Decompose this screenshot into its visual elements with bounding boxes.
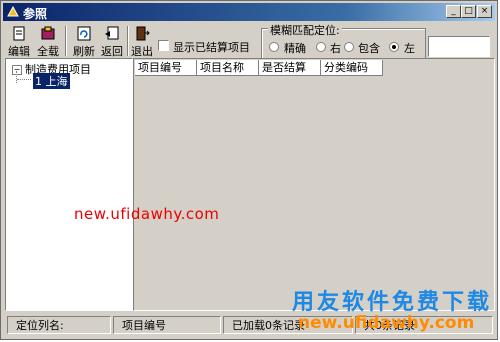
minimize-button[interactable]: _ <box>446 5 461 18</box>
edit-label: 编辑 <box>8 45 30 58</box>
locate-column-label: 定位列名: <box>7 316 111 334</box>
toolbar: 编辑 全载 刷新 返回 退出 显示已结算项目 模糊匹配定位: 精确 右 包含 左 <box>3 22 495 60</box>
watermark-url-red: new.ufidawhy.com <box>74 205 220 223</box>
exit-button[interactable]: 退出 <box>129 26 155 59</box>
list-header: 项目编号 项目名称 是否结算 分类编码 <box>135 60 383 76</box>
refresh-button[interactable]: 刷新 <box>71 26 97 59</box>
window-title: 参照 <box>23 7 48 21</box>
watermark-brand: 用友软件免费下载 <box>292 290 493 315</box>
radio-contains-label: 包含 <box>358 42 380 55</box>
column-header-name[interactable]: 项目名称 <box>197 60 259 76</box>
fuzzy-match-group: 模糊匹配定位: 精确 右 包含 左 <box>261 22 426 60</box>
column-header-category-code[interactable]: 分类编码 <box>321 60 383 76</box>
watermark-url-orange: new.ufidawhy.com <box>298 313 475 333</box>
refresh-icon <box>77 26 91 41</box>
show-settled-label: 显示已结算项目 <box>173 41 250 54</box>
exit-label: 退出 <box>131 45 153 58</box>
column-header-code[interactable]: 项目编号 <box>135 60 197 76</box>
radio-exact-label: 精确 <box>284 42 306 55</box>
tree-connector <box>17 79 31 80</box>
tree-connector <box>16 71 18 83</box>
radio-right[interactable] <box>316 42 326 52</box>
maximize-button[interactable]: □ <box>461 5 476 18</box>
radio-contains[interactable] <box>344 42 354 52</box>
refresh-label: 刷新 <box>73 45 95 58</box>
back-icon <box>105 26 119 40</box>
project-list[interactable]: 项目编号 项目名称 是否结算 分类编码 <box>133 58 495 311</box>
close-button[interactable]: × <box>477 5 492 18</box>
column-header-settled[interactable]: 是否结算 <box>259 60 321 76</box>
back-button[interactable]: 返回 <box>99 26 125 59</box>
edit-button[interactable]: 编辑 <box>7 26 31 59</box>
radio-left-label: 左 <box>404 42 415 55</box>
radio-exact[interactable] <box>269 42 279 52</box>
back-label: 返回 <box>101 45 123 58</box>
locate-column-value: 项目编号 <box>113 316 221 334</box>
toolbar-separator <box>65 26 67 56</box>
edit-icon <box>13 26 25 41</box>
exit-door-icon <box>136 26 150 41</box>
load-all-icon <box>41 26 55 40</box>
tree-node-shanghai[interactable]: 1 上海 <box>33 73 70 89</box>
fuzzy-match-title: 模糊匹配定位: <box>268 22 342 38</box>
select-all-button[interactable]: 全载 <box>35 26 61 59</box>
locate-search-input[interactable] <box>428 36 490 57</box>
category-tree[interactable]: − 制造费用项目 1 上海 <box>5 58 133 311</box>
title-bar[interactable]: 参照 _ □ × <box>3 3 495 21</box>
select-all-label: 全载 <box>37 45 59 58</box>
radio-right-label: 右 <box>330 42 341 55</box>
app-icon <box>7 5 19 17</box>
radio-left[interactable] <box>389 42 399 52</box>
show-settled-checkbox[interactable] <box>158 40 169 51</box>
